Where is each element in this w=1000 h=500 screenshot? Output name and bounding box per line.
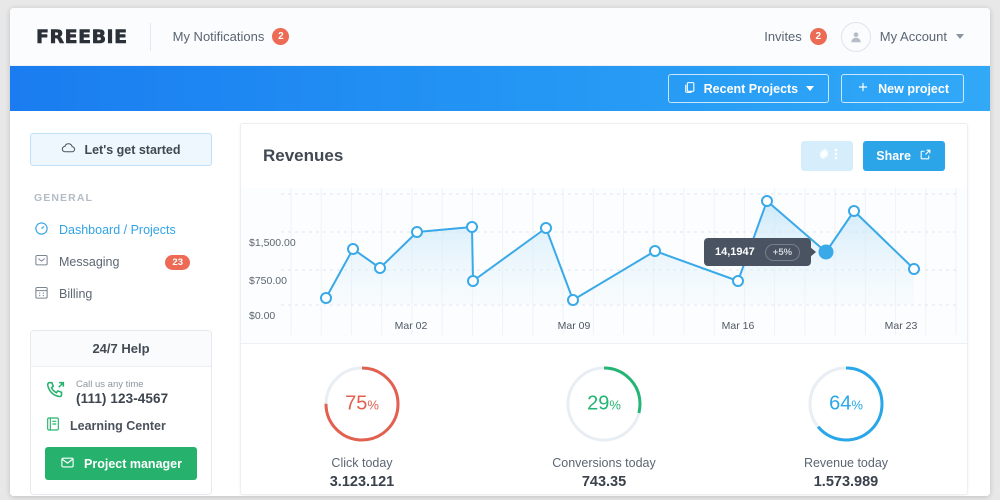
phone-incoming-icon: [45, 379, 67, 406]
percent-symbol: %: [851, 397, 863, 413]
tooltip-value: 14,1947: [715, 246, 755, 258]
action-bar: Recent Projects New project: [10, 66, 990, 111]
new-project-button[interactable]: New project: [841, 74, 964, 103]
page-title: Revenues: [263, 146, 344, 165]
revenues-chart-svg[interactable]: $0.00 $750.00 $1,500.00 Mar 02 Mar 09 Mar 16 M…: [241, 188, 967, 343]
sidebar: Let's get started GENERAL Dashboard / Pr…: [10, 111, 232, 496]
invites-label: Invites: [764, 29, 802, 44]
stat-percent: 75%: [320, 393, 404, 416]
cloud-icon: [61, 142, 76, 157]
call-caption: Call us any time: [76, 379, 144, 391]
stat-cell: 29% Conversions today 743.35: [483, 362, 725, 490]
settings-button[interactable]: [801, 141, 854, 171]
header-right-group: Invites 2 My Account: [764, 21, 964, 52]
share-button[interactable]: Share: [863, 141, 945, 171]
get-started-button[interactable]: Let's get started: [30, 133, 212, 166]
general-section-label: GENERAL: [34, 192, 94, 204]
chevron-down-icon: [806, 86, 815, 91]
svg-text:Mar 23: Mar 23: [885, 320, 918, 332]
learning-center-link[interactable]: Learning Center: [45, 416, 197, 435]
chevron-down-icon: [956, 34, 964, 39]
card-actions: Share: [801, 141, 945, 171]
dashboard-icon: [34, 221, 49, 239]
help-card: 24/7 Help Call us any time (111) 123-456…: [30, 330, 212, 495]
phone-row[interactable]: Call us any time (111) 123-4567: [45, 379, 197, 406]
stat-percent-number: 29: [587, 392, 610, 415]
svg-text:Mar 16: Mar 16: [722, 320, 755, 332]
invites-link[interactable]: Invites 2: [764, 28, 827, 45]
stat-cell: 64% Revenue today 1.573.989: [725, 362, 967, 490]
stat-percent: 29%: [562, 393, 646, 416]
account-menu[interactable]: My Account: [840, 21, 964, 52]
app-window: FREEBIE My Notifications 2 Invites 2 My …: [10, 8, 990, 496]
sidebar-item-messaging[interactable]: Messaging 23: [10, 246, 232, 278]
donut-chart: 29%: [562, 362, 646, 446]
envelope-icon: [60, 455, 75, 473]
billing-icon: [34, 285, 49, 303]
share-label: Share: [876, 149, 911, 163]
revenues-chart: $0.00 $750.00 $1,500.00 Mar 02 Mar 09 Mar 16 M…: [241, 188, 967, 343]
project-manager-button[interactable]: Project manager: [45, 447, 197, 480]
stat-percent-number: 64: [829, 392, 852, 415]
chart-tooltip: 14,1947 +5%: [704, 238, 817, 266]
svg-text:$0.00: $0.00: [249, 310, 275, 322]
percent-symbol: %: [609, 397, 621, 413]
svg-text:$1,500.00: $1,500.00: [249, 237, 296, 249]
phone-number: (111) 123-4567: [76, 390, 169, 406]
header-divider: [149, 22, 151, 51]
stats-row: 75% Click today 3.123.121 29% Conversions to…: [241, 344, 967, 490]
external-link-icon: [919, 148, 932, 164]
invites-badge: 2: [809, 28, 827, 45]
sidebar-item-billing[interactable]: Billing: [10, 278, 232, 310]
sidebar-item-label: Messaging: [59, 255, 120, 269]
svg-text:$750.00: $750.00: [249, 275, 287, 287]
recent-projects-label: Recent Projects: [703, 81, 799, 96]
app-body: Let's get started GENERAL Dashboard / Pr…: [10, 111, 990, 496]
sidebar-item-dashboard[interactable]: Dashboard / Projects: [10, 214, 232, 246]
revenues-card: Revenues Share $0.00 $750.00 $1,500.00 M…: [240, 123, 968, 495]
revenues-card-header: Revenues Share: [241, 124, 967, 188]
stat-value: 743.35: [581, 474, 627, 490]
help-card-title: 24/7 Help: [31, 331, 211, 367]
message-icon: [34, 253, 49, 271]
stat-percent-number: 75: [345, 392, 368, 415]
stat-cell: 75% Click today 3.123.121: [241, 362, 483, 490]
dots-vertical-icon: [834, 147, 838, 166]
stat-value: 1.573.989: [813, 474, 879, 490]
donut-chart: 64%: [804, 362, 888, 446]
user-icon: [840, 21, 871, 52]
book-icon: [45, 416, 61, 435]
account-label: My Account: [879, 29, 947, 44]
stat-label: Click today: [331, 456, 393, 470]
percent-symbol: %: [367, 397, 379, 413]
sidebar-item-label: Dashboard / Projects: [59, 223, 176, 237]
gear-icon: [817, 147, 831, 166]
project-manager-label: Project manager: [84, 456, 182, 471]
messaging-badge: 23: [165, 254, 190, 270]
plus-icon: [856, 80, 870, 97]
notifications-badge: 2: [272, 28, 290, 45]
main-content: Revenues Share $0.00 $750.00 $1,500.00 M…: [232, 111, 990, 496]
copy-icon: [683, 81, 696, 97]
stat-percent: 64%: [804, 393, 888, 416]
donut-chart: 75%: [320, 362, 404, 446]
my-notifications-label: My Notifications: [172, 29, 265, 44]
new-project-label: New project: [878, 81, 949, 96]
my-notifications-link[interactable]: My Notifications 2: [173, 28, 290, 45]
help-card-body: Call us any time (111) 123-4567 Learning…: [31, 367, 211, 494]
recent-projects-button[interactable]: Recent Projects: [667, 74, 830, 103]
svg-text:Mar 02: Mar 02: [395, 320, 428, 332]
svg-text:Mar 09: Mar 09: [558, 320, 591, 332]
tooltip-delta: +5%: [764, 243, 801, 261]
sidebar-nav: Dashboard / Projects Messaging 23 Billin…: [10, 214, 232, 310]
top-header: FREEBIE My Notifications 2 Invites 2 My …: [10, 8, 990, 66]
phone-text: Call us any time (111) 123-4567: [76, 379, 168, 405]
app-logo: FREEBIE: [36, 25, 128, 48]
learning-center-label: Learning Center: [70, 418, 166, 433]
stat-label: Revenue today: [803, 456, 889, 470]
get-started-label: Let's get started: [84, 142, 181, 157]
stat-value: 3.123.121: [329, 474, 395, 490]
stat-label: Conversions today: [552, 456, 656, 470]
sidebar-item-label: Billing: [59, 287, 93, 301]
